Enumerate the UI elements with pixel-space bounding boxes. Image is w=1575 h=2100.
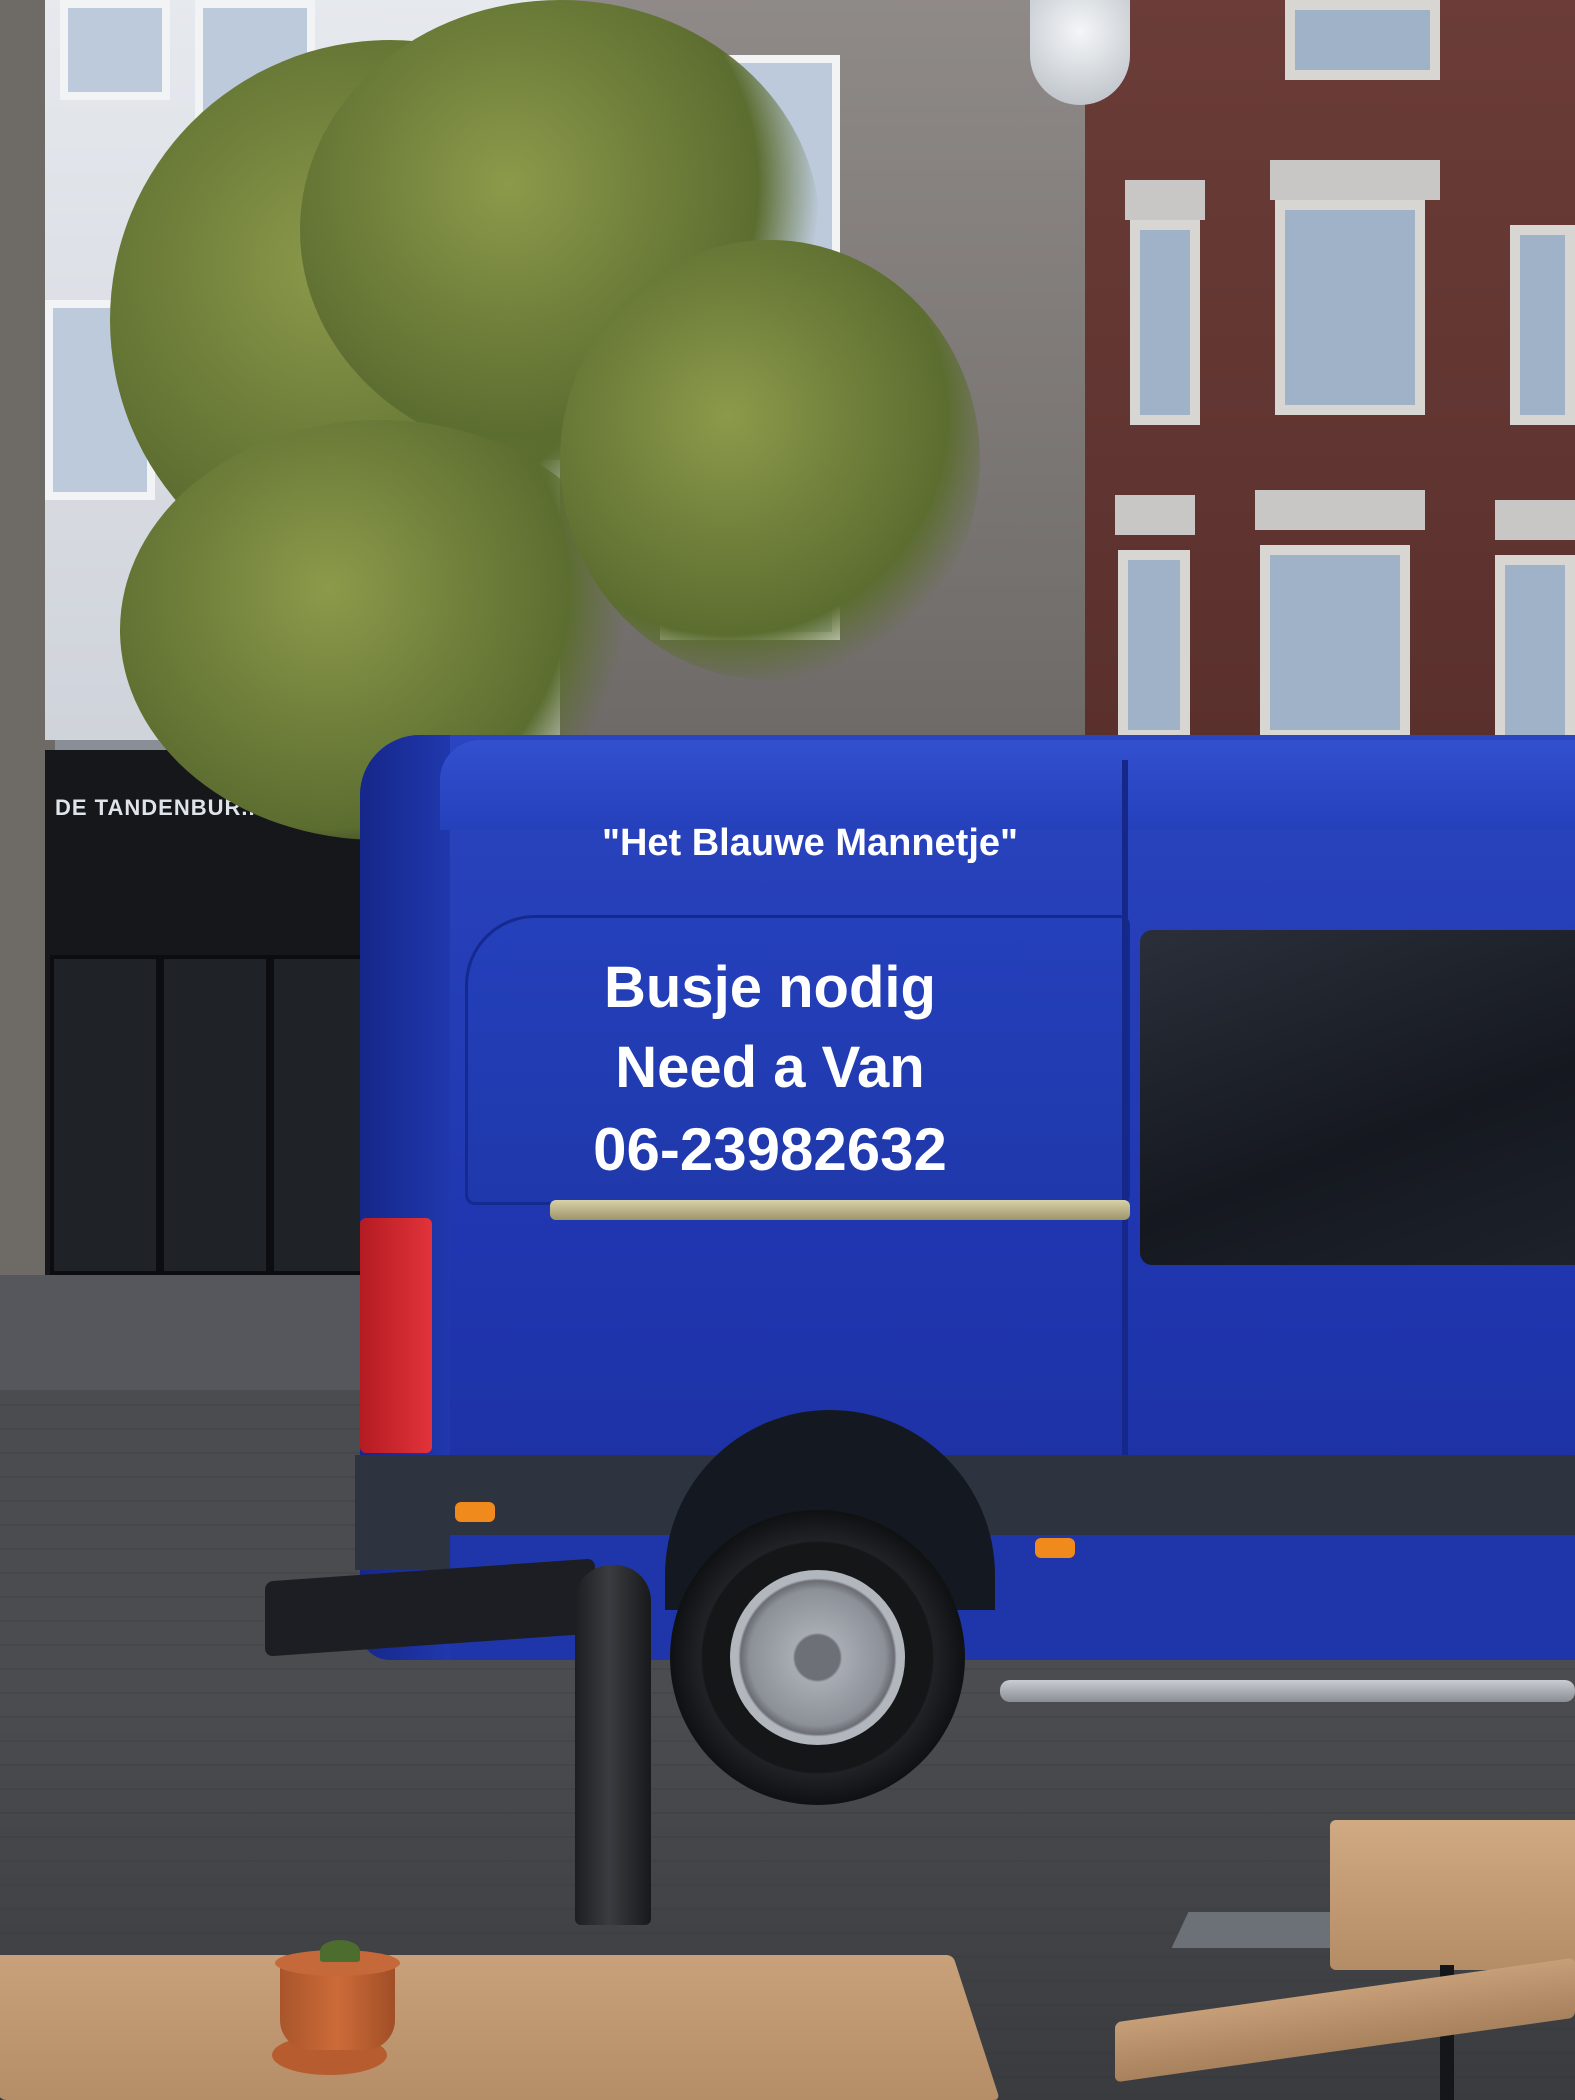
tree-canopy [560, 240, 980, 680]
window-lintel [1495, 500, 1575, 540]
bollard [575, 1565, 651, 1925]
window [1285, 0, 1440, 80]
shop-window [50, 955, 160, 1275]
van-slogan: "Het Blauwe Mannetje" [601, 822, 1019, 864]
van-phone-number: 06-23982632 [593, 1116, 947, 1183]
tail-light [360, 1218, 432, 1453]
picnic-table [1330, 1820, 1575, 1970]
street-lamp [1030, 0, 1130, 105]
window [60, 0, 170, 100]
window [1118, 550, 1190, 740]
van-door-rail [550, 1200, 1130, 1220]
side-marker-light [1035, 1538, 1075, 1558]
window-lintel [1115, 495, 1195, 535]
wheel-rim [730, 1570, 905, 1745]
drain-cover [1171, 1912, 1349, 1948]
window [1275, 200, 1425, 415]
window [1260, 545, 1410, 740]
shop-door [160, 955, 270, 1275]
window-lintel [1125, 180, 1205, 220]
van-roof [440, 740, 1575, 830]
wooden-table [0, 1955, 1001, 2100]
side-marker-light [455, 1502, 495, 1522]
van-ad-line-2: Need a Van [615, 1035, 925, 1100]
window-lintel [1270, 160, 1440, 200]
plant [320, 1940, 360, 1962]
window [1495, 555, 1575, 745]
van-ad-line-1: Busje nodig [604, 955, 936, 1020]
window [1510, 225, 1575, 425]
side-step [1000, 1680, 1575, 1702]
van-side-window [1140, 930, 1575, 1265]
window-lintel [1255, 490, 1425, 530]
window [1130, 220, 1200, 425]
